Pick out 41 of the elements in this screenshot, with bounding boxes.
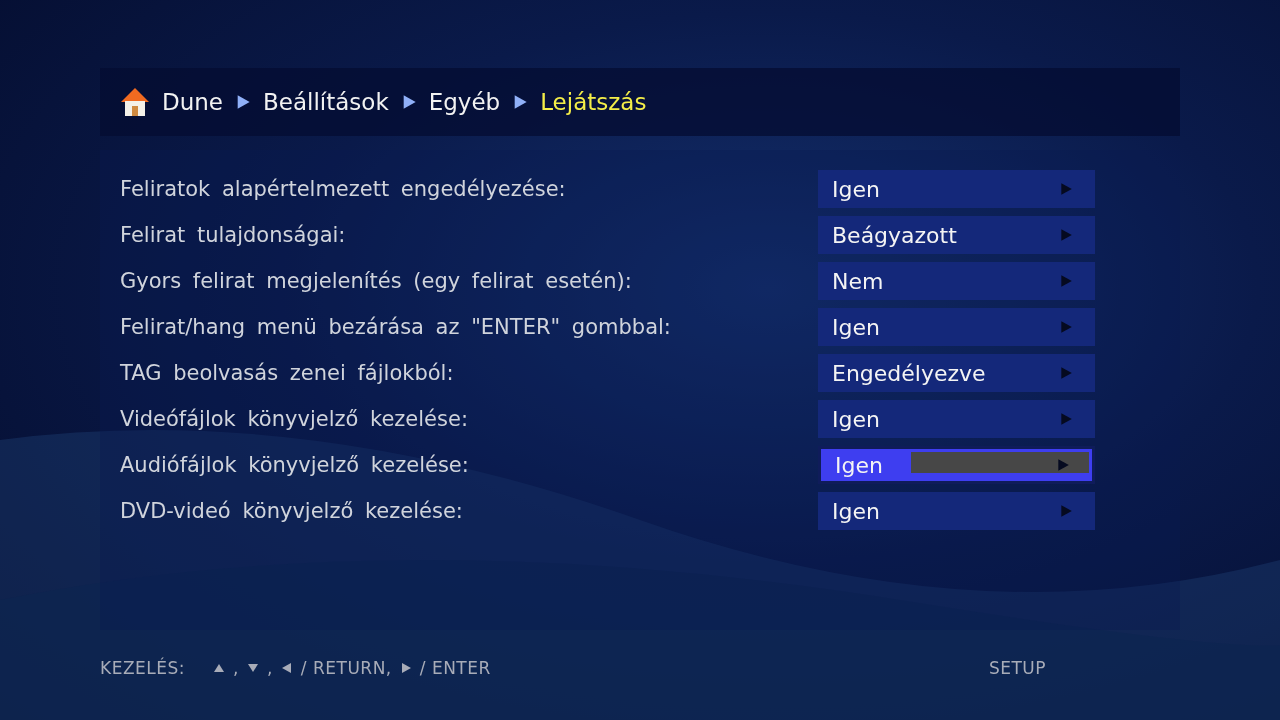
left-arrow-icon (280, 662, 293, 674)
breadcrumb-item[interactable]: Lejátszás (540, 89, 647, 115)
setting-label: Audiófájlok könyvjelző kezelése: (120, 453, 469, 477)
arrow-icon (1059, 504, 1073, 518)
setting-label: DVD-videó könyvjelző kezelése: (120, 499, 463, 523)
breadcrumb-item[interactable]: Dune (162, 89, 223, 115)
arrow-icon (1059, 182, 1073, 196)
breadcrumb-item[interactable]: Egyéb (428, 89, 501, 115)
key-hint: / RETURN, (300, 658, 392, 678)
setting-label: Gyors felirat megjelenítés (egy felirat esetén): (120, 269, 632, 293)
value-selector[interactable]: Igen (818, 492, 1095, 530)
arrow-icon (1059, 274, 1073, 288)
breadcrumb-item[interactable]: Beállítások (263, 89, 389, 115)
key-hint: , (266, 658, 273, 678)
value-selector[interactable]: Igen (818, 170, 1095, 208)
down-arrow-icon (246, 662, 259, 674)
setting-label: Felirat tulajdonságai: (120, 223, 346, 247)
setting-label: Feliratok alapértelmezett engedélyezése: (120, 177, 566, 201)
arrow-icon (1059, 320, 1073, 334)
chevron-icon (512, 94, 529, 110)
arrow-icon (1056, 458, 1070, 472)
controls-label: KEZELÉS: (100, 658, 185, 678)
mode-label: SETUP (988, 658, 1046, 678)
value-selector[interactable]: Nem (818, 262, 1095, 300)
arrow-icon (1059, 412, 1073, 426)
setting-label: Felirat/hang menü bezárása az "ENTER" gombbal: (120, 315, 671, 339)
value-selector[interactable]: Beágyazott (818, 216, 1095, 254)
setting-label: TAG beolvasás zenei fájlokból: (120, 361, 454, 385)
value-selector[interactable]: Igen (818, 446, 1095, 484)
chevron-icon (235, 94, 251, 110)
house-icon (120, 86, 150, 118)
value-selector[interactable]: Igen (818, 308, 1095, 346)
setting-label: Videófájlok könyvjelző kezelése: (120, 407, 468, 431)
arrow-icon (1059, 228, 1073, 242)
key-hint: / ENTER (419, 658, 491, 678)
value-selector[interactable]: Igen (818, 400, 1095, 438)
right-arrow-icon (399, 662, 412, 674)
key-hint: , (233, 658, 239, 678)
value-selector[interactable]: Engedélyezve (818, 354, 1095, 392)
up-arrow-icon (213, 662, 225, 674)
arrow-icon (1059, 366, 1073, 380)
